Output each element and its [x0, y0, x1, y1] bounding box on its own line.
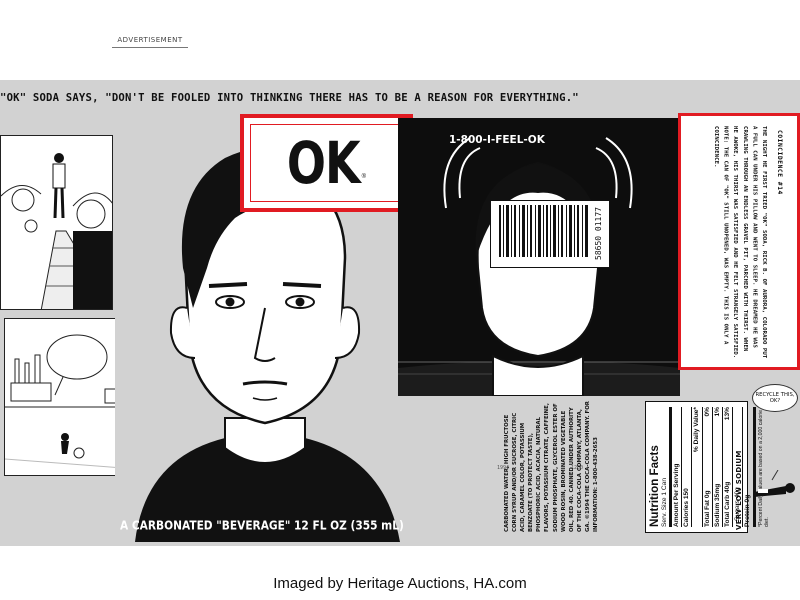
- nutrition-row: Protein 0g: [742, 407, 753, 527]
- ingredients-text: CARBONATED WATER, HIGH FRUCTOSE CORN SYR…: [504, 401, 600, 532]
- barcode-bars-icon: [499, 205, 588, 257]
- slogan-text: "OK" SODA SAYS, "DON'T BE FOOLED INTO TH…: [0, 92, 579, 104]
- registered-mark: ®: [361, 174, 367, 180]
- nutrition-row: Total Fat 0g 0%: [701, 407, 712, 527]
- comic-panel-walking-man: [0, 135, 113, 310]
- phone-number: 1-800-I-FEEL-OK: [449, 134, 545, 146]
- story-title: COINCIDENCE #14: [776, 130, 783, 195]
- barcode-number: 58650 01177: [594, 207, 603, 261]
- nutrition-row: Sodium 35mg 1%: [711, 407, 722, 527]
- serving-size: Serv. Size 1 Can: [660, 478, 668, 527]
- recycle-speech-bubble: RECYCLE THIS, OK?: [752, 384, 798, 412]
- coincidence-story-box: COINCIDENCE #14 THE NIGHT HE FIRST TRIED…: [678, 113, 800, 370]
- nutrition-footnote: *Percent Daily Values are based on a 2,0…: [752, 407, 771, 527]
- barcode: 1994 1280: [490, 200, 610, 471]
- story-text: THE NIGHT HE FIRST TRIED "OK" SODA, RICK…: [713, 126, 767, 359]
- ok-logo-text: OK: [286, 129, 361, 197]
- lying-man-icon: [754, 470, 795, 497]
- calories-row: Calories 150: [681, 407, 692, 527]
- daily-value-header: % Daily Value*: [691, 407, 702, 527]
- advertisement-label: ADVERTISEMENT: [112, 36, 188, 48]
- ok-logo: OK ®: [240, 114, 413, 212]
- nutrition-row: Total Carb 40g 13%: [722, 407, 733, 527]
- nutrition-title: Nutrition Facts: [648, 445, 661, 527]
- nutrition-facts-panel: Nutrition Facts Serv. Size 1 Can Amount …: [645, 401, 771, 533]
- amount-per-serving: Amount Per Serving: [668, 407, 682, 527]
- beverage-caption: A CARBONATED "BEVERAGE" 12 FL OZ (355 mL…: [120, 519, 404, 533]
- image-credit: Imaged by Heritage Auctions, HA.com: [273, 575, 527, 592]
- very-low-sodium-label: VERY LOW SODIUM: [735, 450, 743, 530]
